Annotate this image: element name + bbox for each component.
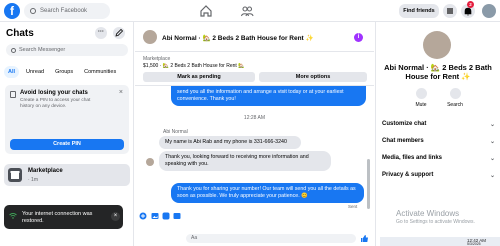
chats-title: Chats [6, 28, 34, 39]
find-friends-button[interactable]: Find friends [399, 4, 439, 18]
profile-avatar[interactable] [482, 4, 496, 18]
connection-toast: Your internet connection was restored. × [4, 205, 123, 229]
avoid-subtitle: Create a PIN to access your chat history… [20, 98, 91, 109]
search-button[interactable]: Search [440, 88, 470, 108]
chat-time: · 1m [28, 177, 38, 183]
avatar [146, 158, 154, 166]
search-placeholder: Search Facebook [40, 8, 88, 14]
search-messenger-placeholder: Search Messenger [19, 47, 66, 53]
search-icon [449, 88, 461, 99]
contact-name: Abi Normal · 🏡 2 Beds 2 Bath House for R… [384, 63, 492, 81]
more-options-button[interactable]: More options [259, 72, 367, 82]
chevron-down-icon: ⌄ [489, 156, 495, 162]
section-media-files-links[interactable]: Media, files and links ⌄ [382, 155, 495, 162]
section-chat-members[interactable]: Chat members ⌄ [382, 138, 495, 145]
plus-icon[interactable] [139, 212, 147, 220]
sender-name: Abi Normal [163, 129, 188, 135]
conversation-title[interactable]: Abi Normal · 🏡 2 Beds 2 Bath House for R… [162, 34, 314, 42]
image-icon[interactable] [151, 212, 159, 220]
section-customize-chat[interactable]: Customize chat ⌄ [382, 121, 495, 128]
create-pin-button[interactable]: Create PIN [10, 139, 124, 150]
chat-details-panel: Abi Normal · 🏡 2 Beds 2 Bath House for R… [375, 22, 500, 246]
message-incoming: Thank you, looking forward to receiving … [159, 151, 331, 172]
avoid-losing-chats-card: Avoid losing your chats Create a PIN to … [5, 85, 129, 154]
more-options-icon[interactable]: ··· [95, 27, 107, 39]
avoid-title: Avoid losing your chats [20, 90, 88, 96]
message-timestamp: 12:28 AM [243, 115, 266, 121]
filter-unread[interactable]: Unread [22, 66, 48, 78]
message-outgoing: send you all the information and arrange… [171, 86, 366, 107]
top-bar: f Search Facebook Find friends 2 [0, 0, 500, 22]
chevron-down-icon: ⌄ [489, 173, 495, 179]
bell-icon [415, 88, 427, 99]
chevron-down-icon: ⌄ [489, 139, 495, 145]
groups-icon[interactable] [240, 4, 254, 18]
search-label: Search [447, 102, 463, 108]
chat-list-item[interactable]: Marketplace · 1m [4, 164, 130, 186]
mark-as-pending-button[interactable]: Mark as pending [143, 72, 255, 82]
marketplace-listing-bar: Marketplace $1,500 · 🏡 2 Beds 2 Bath Hou… [135, 52, 374, 86]
filter-communities[interactable]: Communities [80, 66, 120, 78]
conversation-panel: Abi Normal · 🏡 2 Beds 2 Bath House for R… [135, 22, 374, 246]
filter-groups[interactable]: Groups [51, 66, 77, 78]
search-icon [30, 8, 36, 14]
section-privacy-support[interactable]: Privacy & support ⌄ [382, 172, 495, 179]
like-icon[interactable] [360, 234, 369, 243]
menu-grid-icon[interactable] [443, 4, 457, 18]
home-icon[interactable] [199, 4, 213, 18]
listing-tag: Marketplace [143, 56, 171, 62]
wifi-icon [9, 213, 17, 219]
marketplace-icon [8, 168, 22, 182]
new-message-icon[interactable] [113, 27, 125, 39]
mute-button[interactable]: Mute [406, 88, 436, 108]
activate-windows-subtitle: Go to Settings to activate Windows. [396, 219, 475, 225]
avatar[interactable] [143, 30, 157, 44]
notification-badge: 2 [467, 1, 474, 8]
toast-message: Your internet connection was restored. [22, 211, 93, 224]
conversation-header: Abi Normal · 🏡 2 Beds 2 Bath House for R… [135, 22, 374, 52]
message-composer: Aa [135, 208, 374, 246]
chat-name: Marketplace [28, 168, 63, 174]
filter-all[interactable]: All [4, 66, 20, 78]
search-icon [11, 47, 16, 53]
close-icon[interactable]: × [111, 212, 120, 221]
message-incoming: My name is Abi Rab and my phone is 331-6… [159, 136, 301, 150]
scrollbar[interactable] [367, 159, 370, 209]
clock-date[interactable]: 5/3/2025 [467, 242, 481, 246]
close-icon[interactable]: × [119, 89, 123, 96]
message-input[interactable]: Aa [186, 234, 356, 243]
lock-icon [10, 91, 16, 98]
gif-icon[interactable] [173, 212, 181, 220]
info-icon[interactable]: i [354, 33, 363, 42]
sticker-icon[interactable] [162, 212, 170, 220]
message-outgoing: Thank you for sharing your number! Our t… [171, 183, 364, 204]
facebook-logo[interactable]: f [4, 3, 20, 19]
listing-price[interactable]: $1,500 · 🏡 2 Beds 2 Bath House for Rent … [143, 63, 244, 69]
search-messenger-input[interactable]: Search Messenger [6, 44, 128, 56]
activate-windows-title: Activate Windows [396, 209, 460, 218]
chevron-down-icon: ⌄ [489, 122, 495, 128]
taskbar: 12:42 AM 5/3/2025 [380, 237, 500, 246]
chat-filters: All Unread Groups Communities [4, 66, 120, 78]
avatar[interactable] [423, 31, 451, 59]
mute-label: Mute [415, 102, 427, 108]
search-facebook-input[interactable]: Search Facebook [24, 3, 110, 19]
